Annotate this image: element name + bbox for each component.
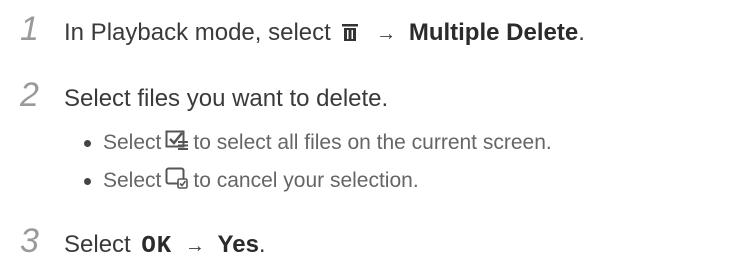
step-suffix: .	[258, 231, 266, 258]
bullet-prefix: Select	[103, 169, 162, 192]
step-prefix: Select	[64, 231, 131, 258]
cancel-selection-icon	[165, 167, 189, 195]
step-2: 2 Select files you want to delete.	[20, 76, 388, 115]
step-3: 3 Select OK → Yes.	[20, 222, 266, 261]
step-number: 3	[20, 222, 39, 260]
bullet-suffix: to select all files on the current scree…	[193, 131, 552, 154]
bullet-dot	[84, 177, 91, 185]
step-number: 2	[20, 76, 39, 114]
step-1: 1 In Playback mode, select → Multiple De…	[20, 10, 585, 50]
arrow: →	[184, 235, 205, 257]
step-text: Select files you want to delete.	[64, 85, 389, 112]
step-text: Select OK → Yes.	[64, 231, 266, 260]
step-text: In Playback mode, select → Multiple Dele…	[64, 19, 585, 50]
select-all-icon	[165, 130, 189, 156]
step-number: 1	[20, 10, 39, 48]
ok-button-label: OK	[141, 233, 173, 260]
menu-item-multiple-delete: Multiple Delete	[408, 19, 579, 46]
bullet-suffix: to cancel your selection.	[193, 169, 419, 192]
step-prefix: In Playback mode, select	[64, 19, 331, 46]
bullet-prefix: Select	[103, 131, 162, 154]
bullet-item: Select to cancel your selection.	[84, 167, 419, 195]
yes-label: Yes	[217, 231, 259, 258]
bullet-dot	[84, 139, 91, 147]
arrow: →	[376, 23, 397, 45]
step-suffix: .	[578, 19, 585, 46]
trash-icon	[341, 22, 359, 50]
bullet-item: Select to select all files on the curren…	[84, 130, 552, 156]
